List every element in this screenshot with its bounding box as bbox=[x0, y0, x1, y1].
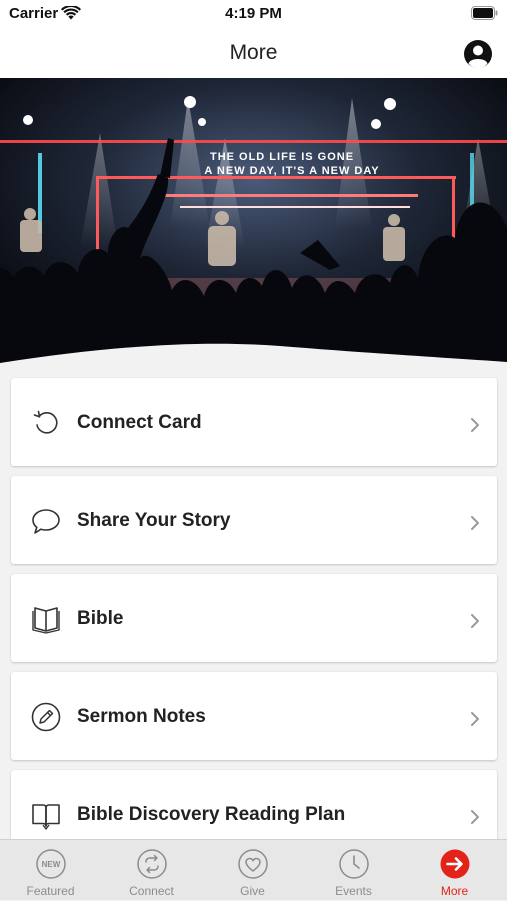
book-icon bbox=[32, 804, 60, 830]
chevron-right-icon bbox=[471, 712, 479, 726]
heart-icon bbox=[238, 849, 268, 879]
tab-events[interactable]: Events bbox=[303, 840, 404, 901]
new-badge-icon: NEW bbox=[36, 849, 66, 879]
status-time: 4:19 PM bbox=[225, 5, 282, 22]
open-book-icon bbox=[32, 607, 60, 634]
tab-label: Give bbox=[240, 884, 265, 898]
menu-item-connect-card[interactable]: Connect Card bbox=[11, 378, 497, 466]
menu-item-label: Sermon Notes bbox=[77, 706, 206, 727]
banner-text-1: THE OLD LIFE IS GONE bbox=[210, 151, 354, 163]
nav-header: More bbox=[0, 30, 507, 78]
chevron-right-icon bbox=[471, 516, 479, 530]
menu-item-label: Share Your Story bbox=[77, 510, 231, 531]
profile-icon[interactable] bbox=[463, 39, 493, 69]
tab-featured[interactable]: NEW Featured bbox=[0, 840, 101, 901]
chevron-right-icon bbox=[471, 614, 479, 628]
menu-item-label: Connect Card bbox=[77, 412, 202, 433]
status-bar: Carrier 4:19 PM bbox=[0, 0, 507, 30]
menu-item-label: Bible Discovery Reading Plan bbox=[77, 804, 346, 825]
chevron-right-icon bbox=[471, 810, 479, 824]
tab-connect[interactable]: Connect bbox=[101, 840, 202, 901]
speech-bubble-icon bbox=[32, 509, 60, 534]
clock-icon bbox=[339, 849, 369, 879]
svg-text:NEW: NEW bbox=[42, 860, 61, 869]
tab-give[interactable]: Give bbox=[202, 840, 303, 901]
tab-label: More bbox=[440, 884, 469, 898]
refresh-arrow-icon bbox=[33, 410, 58, 434]
chevron-right-icon bbox=[471, 418, 479, 432]
page-title: More bbox=[229, 41, 278, 64]
tab-more[interactable]: More bbox=[404, 840, 505, 901]
battery-icon bbox=[471, 6, 498, 20]
tab-label: Featured bbox=[26, 884, 75, 898]
tab-label: Connect bbox=[129, 884, 174, 898]
menu-item-label: Bible bbox=[77, 608, 124, 629]
pencil-circle-icon bbox=[31, 702, 61, 732]
tab-label: Events bbox=[335, 884, 372, 898]
tab-bar: NEW Featured Connect Give Events More bbox=[0, 839, 507, 900]
hero-banner: THE OLD LIFE IS GONE A NEW DAY, IT'S A N… bbox=[0, 78, 507, 370]
banner-text-2: A NEW DAY, IT'S A NEW DAY bbox=[204, 165, 379, 177]
arrow-right-circle-icon bbox=[440, 849, 470, 879]
menu-item-bible[interactable]: Bible bbox=[11, 574, 497, 662]
connect-arrows-icon bbox=[137, 849, 167, 879]
worship-concert-image: THE OLD LIFE IS GONE A NEW DAY, IT'S A N… bbox=[0, 78, 507, 370]
menu-item-share-your-story[interactable]: Share Your Story bbox=[11, 476, 497, 564]
menu-item-sermon-notes[interactable]: Sermon Notes bbox=[11, 672, 497, 760]
